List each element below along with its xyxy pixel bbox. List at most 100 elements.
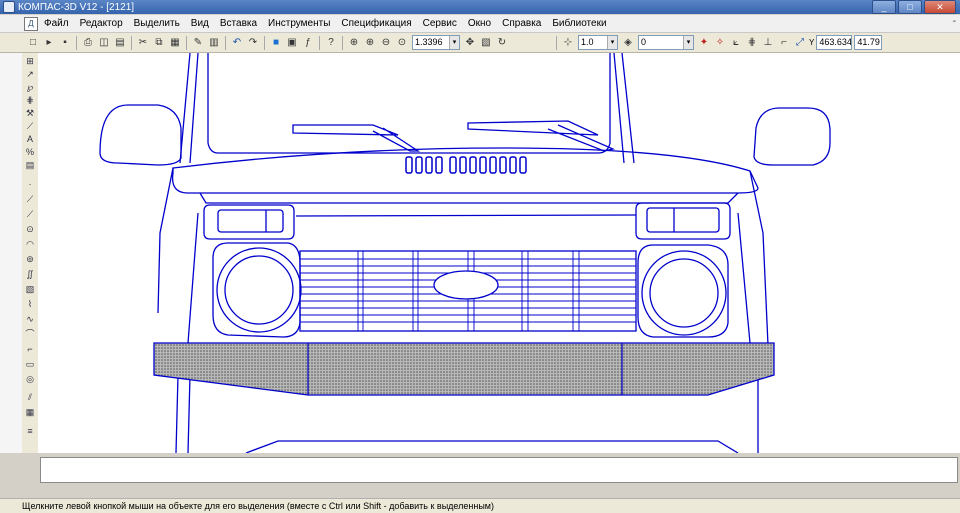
zoom-scale-icon[interactable]: ⊙	[395, 36, 409, 50]
menu-file[interactable]: Файл	[44, 18, 69, 29]
maximize-button[interactable]: □	[898, 0, 922, 14]
snap-icon[interactable]: ✦	[697, 36, 711, 50]
contour-icon[interactable]: ⌒	[23, 328, 37, 341]
coord-x-field[interactable]: 463.634	[816, 35, 853, 50]
ellipse-icon[interactable]: ⊚	[23, 253, 37, 266]
fillet-icon[interactable]: ⌐	[23, 343, 37, 356]
measure-tab-icon[interactable]: ⟋	[23, 120, 37, 133]
undo-icon[interactable]: ↶	[230, 36, 244, 50]
manager-icon[interactable]: ▥	[207, 36, 221, 50]
menu-select[interactable]: Выделить	[134, 18, 180, 29]
preview-icon[interactable]: ◫	[97, 36, 111, 50]
help-icon[interactable]: ?	[324, 36, 338, 50]
grid-icon[interactable]: ⋕	[745, 36, 759, 50]
paste-icon[interactable]: ▦	[168, 36, 182, 50]
library-icon[interactable]: ▣	[285, 36, 299, 50]
properties-icon[interactable]: ✎	[191, 36, 205, 50]
left-wiper	[292, 124, 421, 152]
zoom-out-icon[interactable]: ⊖	[379, 36, 393, 50]
ortho-icon[interactable]: ⟀	[729, 36, 743, 50]
copy-icon[interactable]: ⧉	[152, 36, 166, 50]
circle-icon[interactable]: ⊙	[23, 223, 37, 236]
current-step-icon[interactable]: ⊹	[561, 36, 575, 50]
hatch-icon[interactable]: ▧	[23, 283, 37, 296]
print-icon[interactable]: ⎙	[81, 36, 95, 50]
report-tab-icon[interactable]: ▤	[23, 159, 37, 172]
rectangle-icon[interactable]: ▭	[23, 358, 37, 371]
left-headlight-inner	[224, 255, 294, 325]
new-file-icon[interactable]: □	[26, 36, 40, 50]
select-tab-icon[interactable]: A	[23, 133, 37, 146]
menu-tools[interactable]: Инструменты	[268, 18, 330, 29]
cut-icon[interactable]: ✂	[136, 36, 150, 50]
command-prompt-field[interactable]	[40, 457, 958, 483]
grille-emblem	[433, 270, 499, 300]
document-icon[interactable]: Д	[24, 16, 38, 31]
step-combo[interactable]: 1.0 ▾	[578, 35, 618, 50]
save-icon[interactable]: ▪	[58, 36, 72, 50]
right-indicator	[646, 207, 720, 233]
menu-editor[interactable]: Редактор	[80, 18, 123, 29]
spline-icon[interactable]: ∿	[23, 313, 37, 326]
polyline-icon[interactable]: ⌇	[23, 298, 37, 311]
zoom-in-icon[interactable]: ⊕	[363, 36, 377, 50]
menu-service[interactable]: Сервис	[423, 18, 457, 29]
zoom-combo[interactable]: 1.3396 ▾	[412, 35, 460, 50]
point-icon[interactable]: ·	[23, 178, 37, 191]
refresh-icon[interactable]: ↻	[495, 36, 509, 50]
layer-value: 0	[641, 37, 647, 47]
menu-restore-button[interactable]: -	[953, 16, 956, 27]
minimize-button[interactable]: _	[872, 0, 896, 14]
close-button[interactable]: ✕	[924, 0, 956, 14]
auxiliary-line-icon[interactable]: ⫽	[23, 391, 37, 404]
menu-specification[interactable]: Спецификация	[341, 18, 411, 29]
round-icon[interactable]: ⤢	[793, 36, 807, 50]
text-icon[interactable]: ≡	[23, 425, 37, 438]
parametrization-tab-icon[interactable]: ⚒	[23, 107, 37, 120]
chevron-down-icon[interactable]: ▾	[683, 36, 693, 49]
arc-icon[interactable]: ◠	[23, 238, 37, 251]
layer-combo[interactable]: 0 ▾	[638, 35, 694, 50]
left-headlight-outer	[216, 247, 302, 333]
chevron-down-icon[interactable]: ▾	[449, 36, 459, 49]
spec-tab-icon[interactable]: %	[23, 146, 37, 159]
local-snap-icon[interactable]: ✧	[713, 36, 727, 50]
equidistant-icon[interactable]: ∬	[23, 268, 37, 281]
window-title: КОМПАС-3D V12 - [2121]	[18, 1, 135, 13]
zoom-window-icon[interactable]: ⊕	[347, 36, 361, 50]
left-indicator	[217, 209, 284, 233]
left-a-pillar	[179, 53, 635, 164]
toolbar-separator	[319, 35, 320, 50]
local-cs-icon[interactable]: ⊥	[761, 36, 775, 50]
menu-window[interactable]: Окно	[468, 18, 491, 29]
macro-icon[interactable]: ▦	[23, 406, 37, 419]
menu-libraries[interactable]: Библиотеки	[552, 18, 606, 29]
editing-tab-icon[interactable]: ⋕	[23, 94, 37, 107]
ortho-mode-icon[interactable]: ⌐	[777, 36, 791, 50]
coord-y-field[interactable]: 41.79	[854, 35, 883, 50]
standard-toolbar: □ ▸ ▪ ⎙ ◫ ▤ ✂ ⧉ ▦ ✎ ▥ ↶ ↷ ■ ▣ ƒ ? ⊕ ⊕ ⊖ …	[0, 33, 960, 53]
collect-contour-icon[interactable]: ◎	[23, 373, 37, 386]
hood-lettering	[405, 156, 527, 174]
menu-help[interactable]: Справка	[502, 18, 541, 29]
chevron-down-icon[interactable]: ▾	[607, 36, 617, 49]
tree-icon[interactable]: ■	[269, 36, 283, 50]
toolbar-separator	[225, 35, 226, 50]
segment-icon[interactable]: ⟋	[23, 208, 37, 221]
show-all-icon[interactable]: ▧	[479, 36, 493, 50]
redo-icon[interactable]: ↷	[246, 36, 260, 50]
open-icon[interactable]: ▸	[42, 36, 56, 50]
designations-tab-icon[interactable]: ℘	[23, 81, 37, 94]
kompas-app-icon	[3, 1, 15, 13]
print-setup-icon[interactable]: ▤	[113, 36, 127, 50]
coord-y-label: Y	[809, 38, 815, 47]
layer-icon[interactable]: ◈	[621, 36, 635, 50]
menu-view[interactable]: Вид	[191, 18, 209, 29]
menu-insert[interactable]: Вставка	[220, 18, 257, 29]
variables-icon[interactable]: ƒ	[301, 36, 315, 50]
dimensions-tab-icon[interactable]: ↗	[23, 68, 37, 81]
pan-icon[interactable]: ✥	[463, 36, 477, 50]
geometry-tab-icon[interactable]: ⊞	[23, 55, 37, 68]
line-icon[interactable]: ⟋	[23, 193, 37, 206]
drawing-canvas[interactable]	[38, 53, 960, 453]
